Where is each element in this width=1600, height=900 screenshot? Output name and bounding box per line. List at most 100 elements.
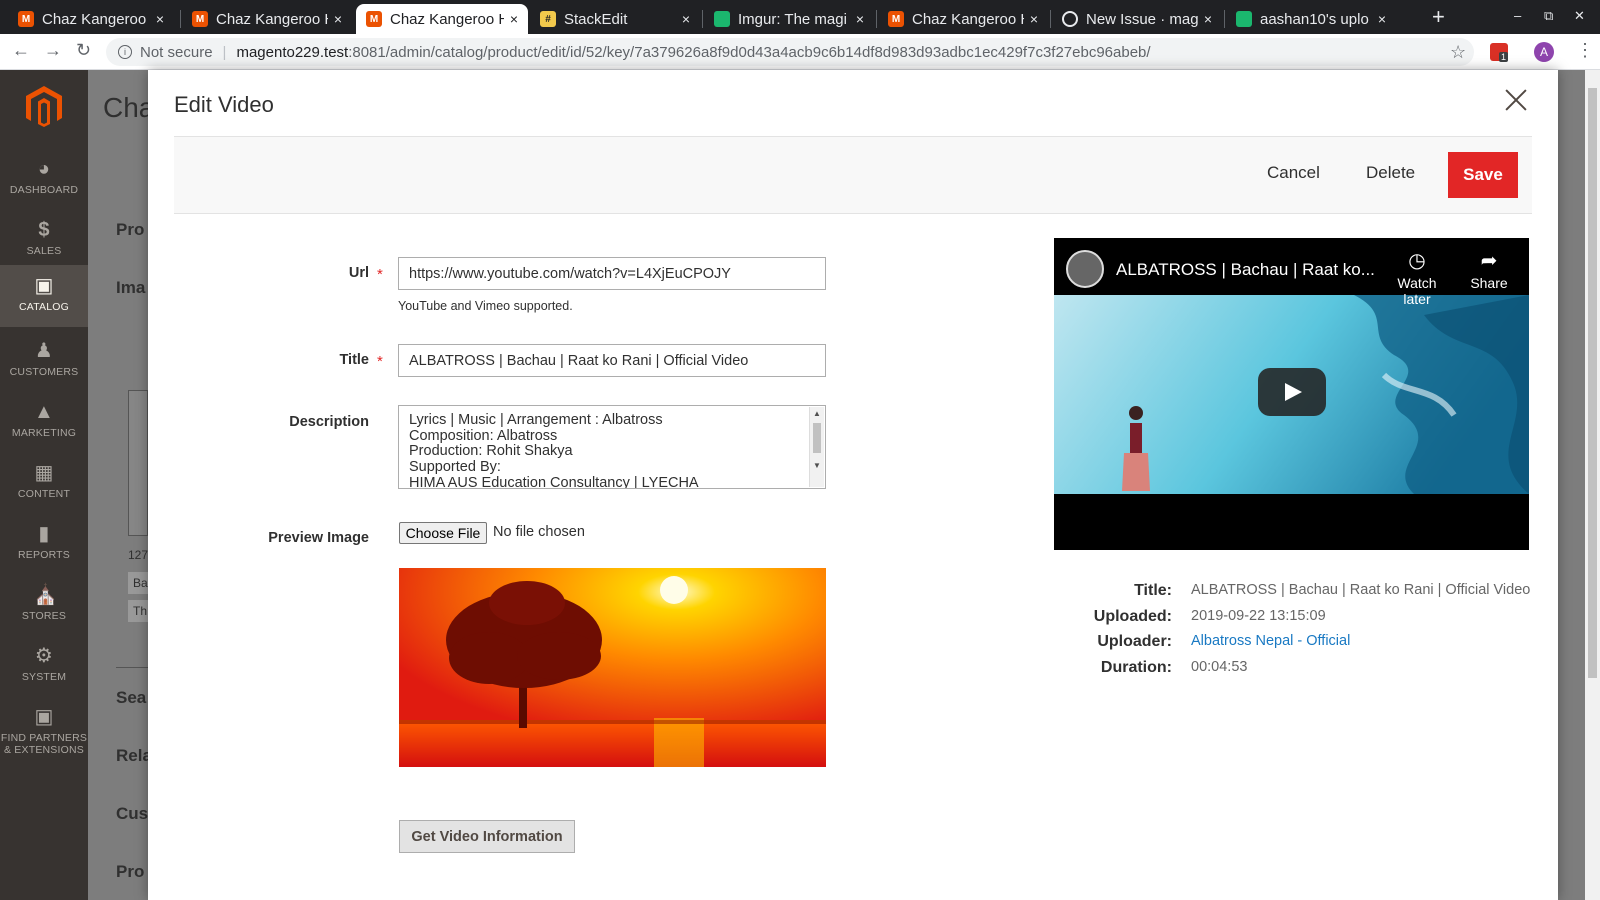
box-icon: ▣ [34, 275, 54, 297]
browser-tab-active[interactable]: M Chaz Kangeroo H × [356, 4, 528, 34]
browser-tab[interactable]: M Chaz Kangeroo H × [878, 4, 1048, 34]
restore-icon[interactable]: ⧉ [1544, 8, 1553, 24]
magento-icon: M [888, 11, 904, 27]
sidebar-item-catalog[interactable]: ▣ CATALOG [0, 265, 88, 327]
magento-icon: M [366, 11, 382, 27]
admin-sidebar: ◕ DASHBOARD $ SALES ▣ CATALOG ♟ CUSTOMER… [0, 70, 88, 900]
sidebar-item-customers[interactable]: ♟ CUSTOMERS [0, 330, 88, 392]
close-icon[interactable]: × [334, 11, 342, 27]
gear-icon: ⚙ [34, 645, 54, 667]
imgur-icon [1236, 11, 1252, 27]
browser-menu-icon[interactable]: ⋮ [1576, 40, 1594, 61]
layout-icon: ▦ [34, 462, 54, 484]
store-icon: ⛪ [33, 584, 59, 606]
file-status: No file chosen [493, 524, 585, 540]
bookmark-star-icon[interactable]: ☆ [1450, 42, 1466, 63]
close-icon[interactable]: × [510, 11, 518, 27]
url-host: magento229.test [236, 43, 349, 61]
description-textarea[interactable]: Lyrics | Music | Arrangement : Albatross… [398, 405, 826, 489]
reload-icon[interactable]: ↻ [76, 40, 91, 61]
page-title: Cha [103, 92, 155, 123]
cancel-button[interactable]: Cancel [1267, 163, 1320, 183]
scroll-down-icon[interactable]: ▼ [813, 461, 821, 470]
magento-icon: M [18, 11, 34, 27]
preview-image [399, 568, 826, 767]
modal-title: Edit Video [174, 92, 274, 117]
megaphone-icon: ▲ [34, 401, 54, 423]
sidebar-item-content[interactable]: ▦ CONTENT [0, 452, 88, 514]
info-icon[interactable]: i [118, 45, 132, 59]
imgur-icon [714, 11, 730, 27]
info-title-label: Title: [1134, 582, 1172, 599]
dashboard-icon: ◕ [37, 158, 51, 180]
magento-icon: M [192, 11, 208, 27]
title-input[interactable]: ALBATROSS | Bachau | Raat ko Rani | Offi… [398, 344, 826, 377]
info-uploader-label: Uploader: [1097, 633, 1172, 650]
title-label: Title [339, 352, 369, 368]
modal-action-bar: Cancel Delete Save [174, 136, 1532, 214]
sidebar-item-stores[interactable]: ⛪ STORES [0, 574, 88, 636]
save-button[interactable]: Save [1448, 152, 1518, 198]
video-title[interactable]: ALBATROSS | Bachau | Raat ko... [1116, 260, 1375, 280]
minimize-icon[interactable]: – [1514, 8, 1521, 23]
profile-avatar[interactable]: A [1534, 42, 1554, 62]
required-marker: * [377, 353, 383, 370]
watch-later-button[interactable]: ◷ Watch later [1382, 250, 1452, 307]
textarea-scrollbar[interactable]: ▲ ▼ [809, 407, 824, 487]
info-uploaded-value: 2019-09-22 13:15:09 [1191, 608, 1326, 624]
sidebar-item-dashboard[interactable]: ◕ DASHBOARD [0, 148, 88, 210]
scroll-up-icon[interactable]: ▲ [813, 409, 821, 418]
url-note: YouTube and Vimeo supported. [398, 299, 573, 313]
person-icon: ♟ [34, 340, 54, 362]
choose-file-button[interactable]: Choose File [399, 522, 487, 544]
url-input[interactable]: https://www.youtube.com/watch?v=L4XjEuCP… [398, 257, 826, 290]
close-icon[interactable]: × [682, 11, 690, 27]
video-header: ALBATROSS | Bachau | Raat ko... ◷ Watch … [1054, 238, 1529, 307]
browser-tab[interactable]: M Chaz Kangeroo H × [8, 4, 174, 34]
close-icon[interactable]: × [1378, 11, 1386, 27]
sidebar-item-reports[interactable]: ▮ REPORTS [0, 513, 88, 575]
address-bar[interactable]: i Not secure | magento229.test :8081/adm… [106, 38, 1474, 66]
extension-badge: 1 [1499, 52, 1509, 62]
play-button[interactable] [1258, 368, 1326, 416]
browser-tab[interactable]: # StackEdit × [530, 4, 700, 34]
video-player[interactable]: ALBATROSS | Bachau | Raat ko... ◷ Watch … [1054, 238, 1529, 550]
sidebar-item-marketing[interactable]: ▲ MARKETING [0, 391, 88, 453]
browser-tab[interactable]: New Issue · mag × [1052, 4, 1222, 34]
cube-icon: ▣ [34, 706, 54, 728]
window-close-icon[interactable]: ✕ [1574, 8, 1585, 24]
browser-tab[interactable]: aashan10's uplo × [1226, 4, 1396, 34]
close-icon[interactable]: × [1030, 11, 1038, 27]
browser-tab[interactable]: M Chaz Kangeroo H × [182, 4, 352, 34]
back-arrow-icon[interactable]: ← [12, 40, 30, 61]
share-arrow-icon: ➦ [1480, 250, 1498, 272]
page-scrollbar[interactable] [1585, 70, 1600, 900]
description-label: Description [289, 414, 369, 430]
forward-arrow-icon[interactable]: → [44, 40, 62, 61]
delete-button[interactable]: Delete [1366, 163, 1415, 183]
share-button[interactable]: ➦ Share [1467, 250, 1511, 291]
magento-logo-icon[interactable] [24, 84, 64, 128]
sidebar-item-sales[interactable]: $ SALES [0, 209, 88, 271]
url-label: Url [348, 265, 369, 281]
scrollbar-thumb[interactable] [1588, 88, 1597, 678]
info-title-value: ALBATROSS | Bachau | Raat ko Rani | Offi… [1191, 582, 1531, 598]
security-status: Not secure [140, 43, 213, 61]
close-icon[interactable]: × [856, 11, 864, 27]
close-icon[interactable]: × [156, 11, 164, 27]
preview-image-label: Preview Image [268, 530, 369, 546]
new-tab-button[interactable]: + [1432, 4, 1445, 30]
sidebar-item-system[interactable]: ⚙ SYSTEM [0, 635, 88, 697]
github-icon [1062, 11, 1078, 27]
required-marker: * [377, 266, 383, 283]
close-icon[interactable]: × [1204, 11, 1212, 27]
browser-tab[interactable]: Imgur: The magi × [704, 4, 874, 34]
sidebar-item-partners[interactable]: ▣ FIND PARTNERS & EXTENSIONS [0, 696, 88, 766]
close-icon[interactable] [1502, 86, 1530, 114]
channel-avatar[interactable] [1066, 250, 1104, 288]
stackedit-icon: # [540, 11, 556, 27]
get-video-information-button[interactable]: Get Video Information [399, 820, 575, 853]
info-uploaded-label: Uploaded: [1093, 608, 1172, 625]
info-uploader-link[interactable]: Albatross Nepal - Official [1191, 633, 1350, 649]
info-duration-value: 00:04:53 [1191, 659, 1248, 675]
